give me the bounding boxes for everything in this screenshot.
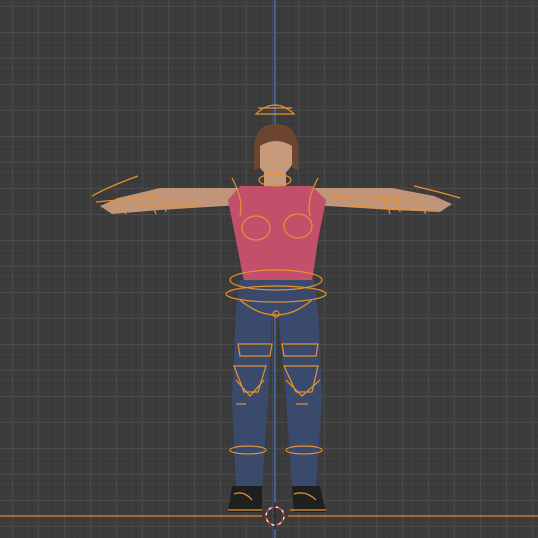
- arm-left: [100, 188, 240, 214]
- leg-right: [278, 310, 322, 488]
- shoe-left: [228, 486, 262, 512]
- leg-left: [232, 310, 272, 488]
- shoe-right: [292, 486, 326, 512]
- viewport-scene[interactable]: [0, 0, 538, 538]
- hips: [236, 280, 318, 312]
- character-mesh[interactable]: [100, 124, 452, 512]
- 3d-cursor-icon[interactable]: [262, 503, 288, 529]
- torso-top: [228, 186, 326, 282]
